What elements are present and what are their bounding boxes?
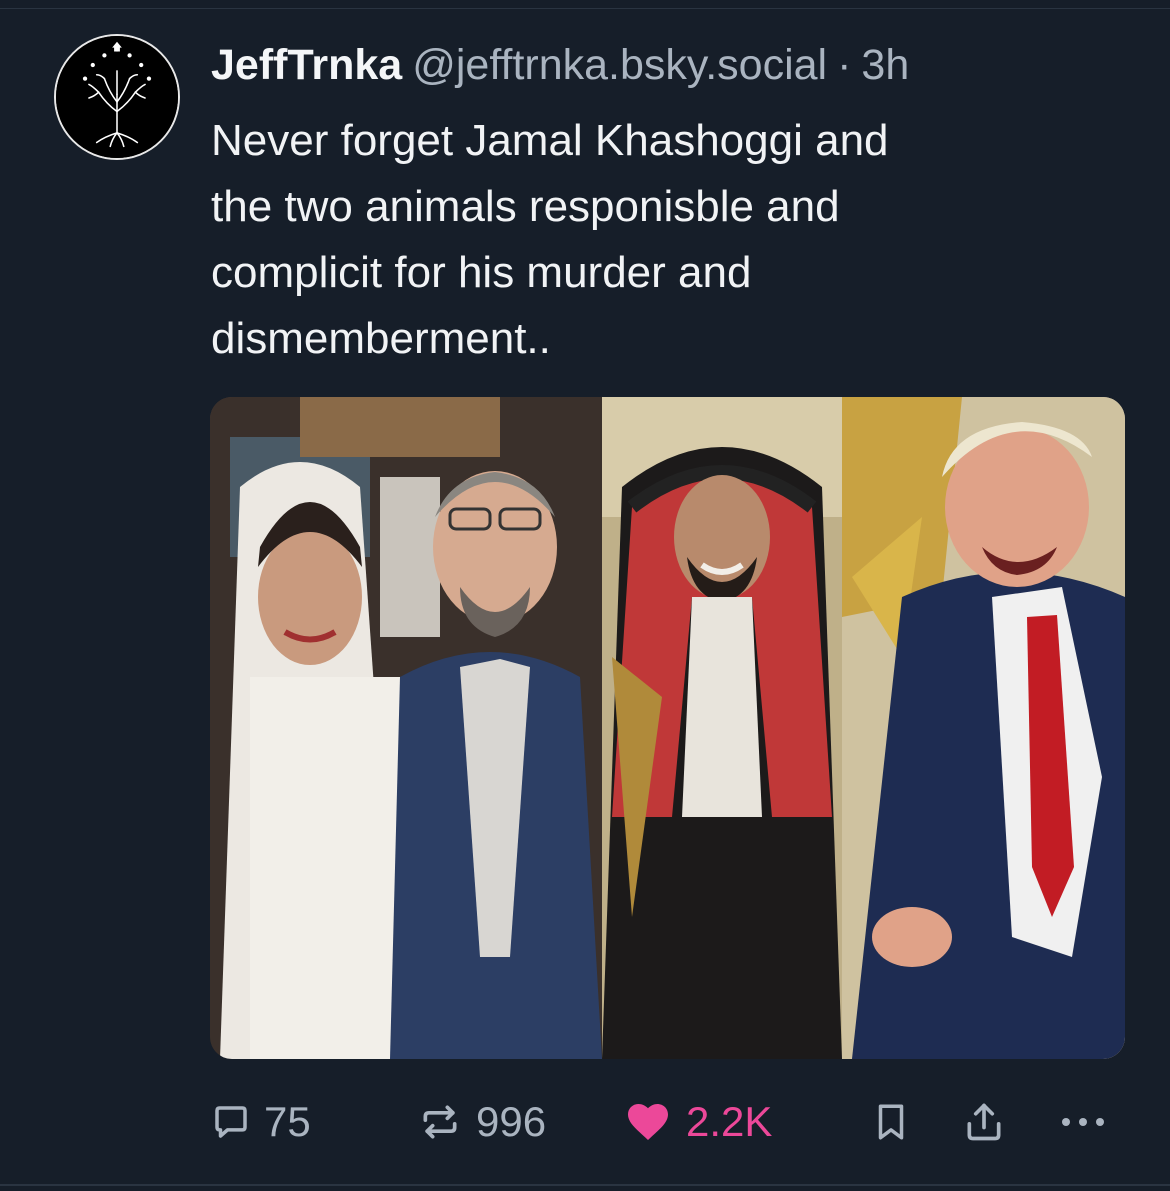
reply-icon [215, 1106, 247, 1138]
photo-man-in-red-keffiyeh [602, 397, 842, 1059]
post-timestamp[interactable]: 3h [861, 41, 909, 89]
repost-button[interactable]: 996 [418, 1092, 546, 1152]
separator-dot: · [837, 41, 852, 89]
bookmark-icon [878, 1104, 904, 1140]
photo-man-laughing-red-tie [842, 397, 1125, 1059]
bottom-divider [0, 1184, 1170, 1186]
like-count: 2.2K [686, 1098, 773, 1145]
heart-icon [628, 1104, 668, 1140]
repost-count: 996 [476, 1098, 547, 1145]
author-name[interactable]: JeffTrnka [211, 41, 402, 89]
avatar[interactable] [54, 34, 180, 160]
repost-icon [423, 1105, 457, 1139]
more-icon [1062, 1118, 1104, 1126]
post-actions: 75 996 2.2K [0, 1092, 1170, 1152]
like-button[interactable]: 2.2K [624, 1092, 772, 1152]
post-image[interactable] [210, 397, 1125, 1059]
more-options-button[interactable] [1058, 1092, 1108, 1152]
photo-woman-and-man-in-suit [210, 397, 602, 1059]
post-header: JeffTrnka @jefftrnka.bsky.social · 3h [211, 38, 909, 92]
reply-count: 75 [264, 1098, 311, 1145]
post-text: Never forget Jamal Khashoggi and the two… [211, 116, 889, 363]
white-tree-icon [56, 36, 178, 158]
share-button[interactable] [962, 1092, 1006, 1152]
top-divider [0, 8, 1170, 9]
author-handle[interactable]: @jefftrnka.bsky.social [412, 41, 827, 89]
bookmark-button[interactable] [870, 1092, 912, 1152]
share-icon [967, 1103, 1001, 1141]
reply-button[interactable]: 75 [210, 1092, 311, 1152]
